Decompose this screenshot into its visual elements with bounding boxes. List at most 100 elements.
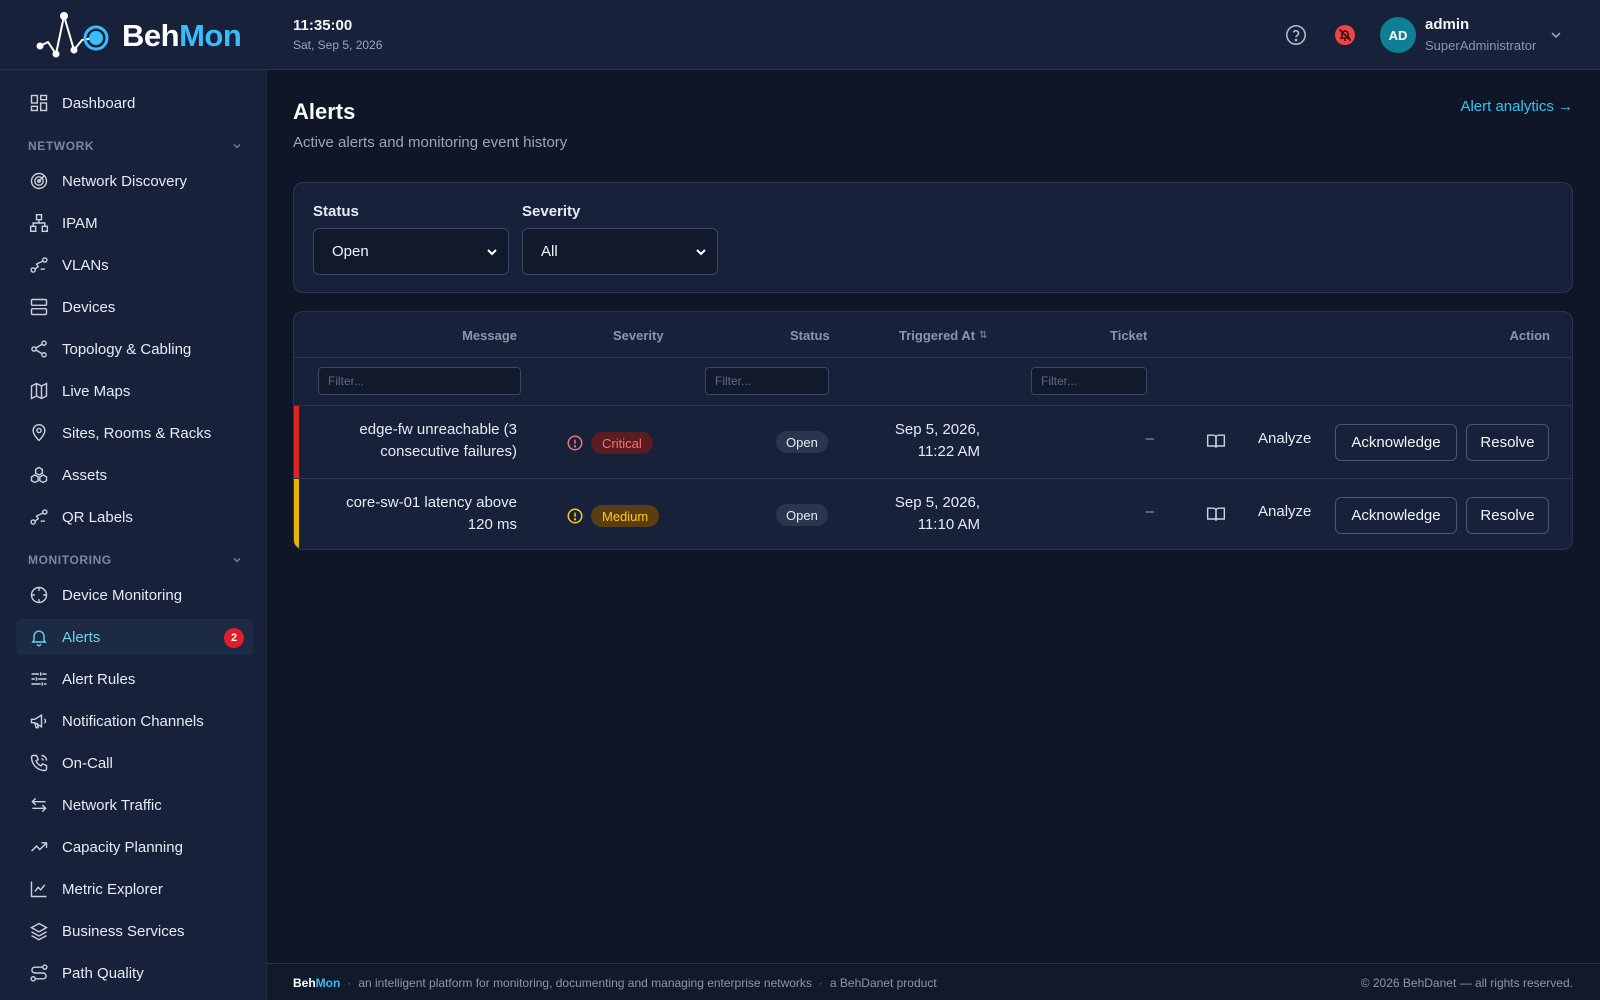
sidebar-item-label: Business Services (62, 922, 185, 940)
resolve-button[interactable]: Resolve (1466, 424, 1549, 461)
footer-info: BehMon · an intelligent platform for mon… (293, 976, 937, 990)
section-title: MONITORING (28, 553, 112, 567)
acknowledge-button[interactable]: Acknowledge (1335, 424, 1457, 461)
sidebar-item-dashboard[interactable]: Dashboard (16, 85, 254, 121)
column-header-severity[interactable]: Severity (613, 328, 664, 343)
bell-off-icon[interactable] (1332, 22, 1358, 48)
user-name[interactable]: admin (1425, 16, 1469, 33)
column-header-message[interactable]: Message (462, 328, 517, 343)
alerts-table: Message Severity Status Triggered At ⇅ T… (293, 311, 1573, 550)
sidebar-item-on-call[interactable]: On-Call (16, 745, 254, 781)
footer-brand: BehMon (293, 976, 341, 990)
severity-cell: Medium (566, 505, 660, 527)
sidebar-item-label: IPAM (62, 214, 98, 232)
help-circle-icon[interactable] (1283, 22, 1309, 48)
sidebar-item-label: Notification Channels (62, 712, 204, 730)
line-chart-icon (28, 878, 50, 900)
status-filter: Status Open (313, 203, 509, 275)
server-icon (28, 296, 50, 318)
resolve-button[interactable]: Resolve (1466, 497, 1549, 534)
sidebar-item-capacity-planning[interactable]: Capacity Planning (16, 829, 254, 865)
logo[interactable]: BehMon (34, 10, 242, 62)
sidebar-item-metric-explorer[interactable]: Metric Explorer (16, 871, 254, 907)
message-filter-input[interactable]: Filter... (318, 367, 521, 395)
chevron-down-icon (233, 558, 241, 563)
sidebar-item-network-discovery[interactable]: Network Discovery (16, 163, 254, 199)
chevron-down-icon[interactable] (1550, 28, 1562, 46)
sliders-icon (28, 668, 50, 690)
avatar[interactable]: AD (1380, 17, 1416, 53)
sidebar-item-label: Network Discovery (62, 172, 188, 190)
sort-icon: ⇅ (979, 330, 988, 341)
sidebar-item-label: Network Traffic (62, 796, 162, 814)
section-network[interactable]: NETWORK (28, 136, 242, 156)
column-header-ticket[interactable]: Ticket (1110, 328, 1147, 343)
column-header-triggered-at[interactable]: Triggered At ⇅ (899, 328, 987, 343)
sidebar-item-vlans[interactable]: VLANs (16, 247, 254, 283)
sidebar-item-sites[interactable]: Sites, Rooms & Racks (16, 415, 254, 451)
analyze-button[interactable]: Analyze (1258, 430, 1311, 447)
sidebar-item-label: Device Monitoring (62, 586, 183, 604)
route-icon (28, 254, 50, 276)
severity-select-value: All (541, 243, 558, 260)
sidebar-item-ipam[interactable]: IPAM (16, 205, 254, 241)
sidebar-item-label: Live Maps (62, 382, 131, 400)
severity-stripe (294, 406, 299, 478)
footer-product: a BehDanet product (829, 976, 937, 990)
top-bar: BehMon 11:35:00 Sat, Sep 5, 2026 AD admi… (0, 0, 1600, 70)
sidebar-item-notification-channels[interactable]: Notification Channels (16, 703, 254, 739)
sidebar-item-label: Path Quality (62, 964, 144, 982)
sidebar-item-alert-rules[interactable]: Alert Rules (16, 661, 254, 697)
alert-circle-icon (567, 435, 583, 451)
runbook-icon[interactable] (1206, 504, 1226, 529)
section-title: NETWORK (28, 139, 95, 153)
phone-icon (28, 752, 50, 774)
alert-analytics-link[interactable]: Alert analytics → (1460, 98, 1573, 115)
sidebar-item-business-services[interactable]: Business Services (16, 913, 254, 949)
location-pin-icon (28, 422, 50, 444)
analyze-button[interactable]: Analyze (1258, 503, 1311, 520)
sidebar-item-network-traffic[interactable]: Network Traffic (16, 787, 254, 823)
sidebar-item-label: Sites, Rooms & Racks (62, 424, 212, 442)
alert-circle-icon (567, 508, 583, 524)
sidebar-item-qr-labels[interactable]: QR Labels (16, 499, 254, 535)
column-header-label: Triggered At (899, 328, 976, 343)
radar-icon (28, 170, 50, 192)
column-header-action: Action (1509, 328, 1550, 343)
status-filter-input[interactable]: Filter... (705, 367, 829, 395)
trending-up-icon (28, 836, 50, 858)
table-row[interactable]: core-sw-01 latency above 120 ms Medium O… (294, 479, 1572, 549)
column-header-status[interactable]: Status (790, 328, 830, 343)
sidebar-item-label: VLANs (62, 256, 109, 274)
table-row[interactable]: edge-fw unreachable (3 consecutive failu… (294, 406, 1572, 478)
status-select[interactable]: Open (313, 228, 509, 275)
map-icon (28, 380, 50, 402)
qr-route-icon (28, 506, 50, 528)
sidebar-item-assets[interactable]: Assets (16, 457, 254, 493)
sidebar-item-devices[interactable]: Devices (16, 289, 254, 325)
sidebar-item-path-quality[interactable]: Path Quality (16, 955, 254, 991)
user-role: SuperAdministrator (1425, 38, 1537, 53)
footer: BehMon · an intelligent platform for mon… (267, 963, 1600, 1000)
triggered-at: Sep 5, 2026, 11:10 AM (894, 494, 980, 533)
sidebar-item-label: Dashboard (62, 94, 136, 112)
sidebar-item-alerts[interactable]: Alerts 2 (16, 619, 254, 655)
ticket-filter-input[interactable]: Filter... (1031, 367, 1147, 395)
sidebar-item-label: Devices (62, 298, 116, 316)
sidebar-item-label: Capacity Planning (62, 838, 183, 856)
footer-tagline: an intelligent platform for monitoring, … (358, 976, 812, 990)
runbook-icon[interactable] (1206, 431, 1226, 456)
severity-filter-label: Severity (522, 203, 581, 220)
section-monitoring[interactable]: MONITORING (28, 550, 242, 570)
clock-time: 11:35:00 (293, 17, 353, 34)
severity-filter: Severity All (522, 203, 718, 275)
sidebar-item-topology[interactable]: Topology & Cabling (16, 331, 254, 367)
sidebar-item-device-monitoring[interactable]: Device Monitoring (16, 577, 254, 613)
sidebar-item-label: Alerts (62, 628, 101, 646)
severity-select[interactable]: All (522, 228, 718, 275)
dashboard-icon (28, 92, 50, 114)
sidebar-item-label: Assets (62, 466, 108, 484)
alert-message: edge-fw unreachable (3 consecutive failu… (359, 421, 517, 460)
sidebar-item-live-maps[interactable]: Live Maps (16, 373, 254, 409)
acknowledge-button[interactable]: Acknowledge (1335, 497, 1457, 534)
